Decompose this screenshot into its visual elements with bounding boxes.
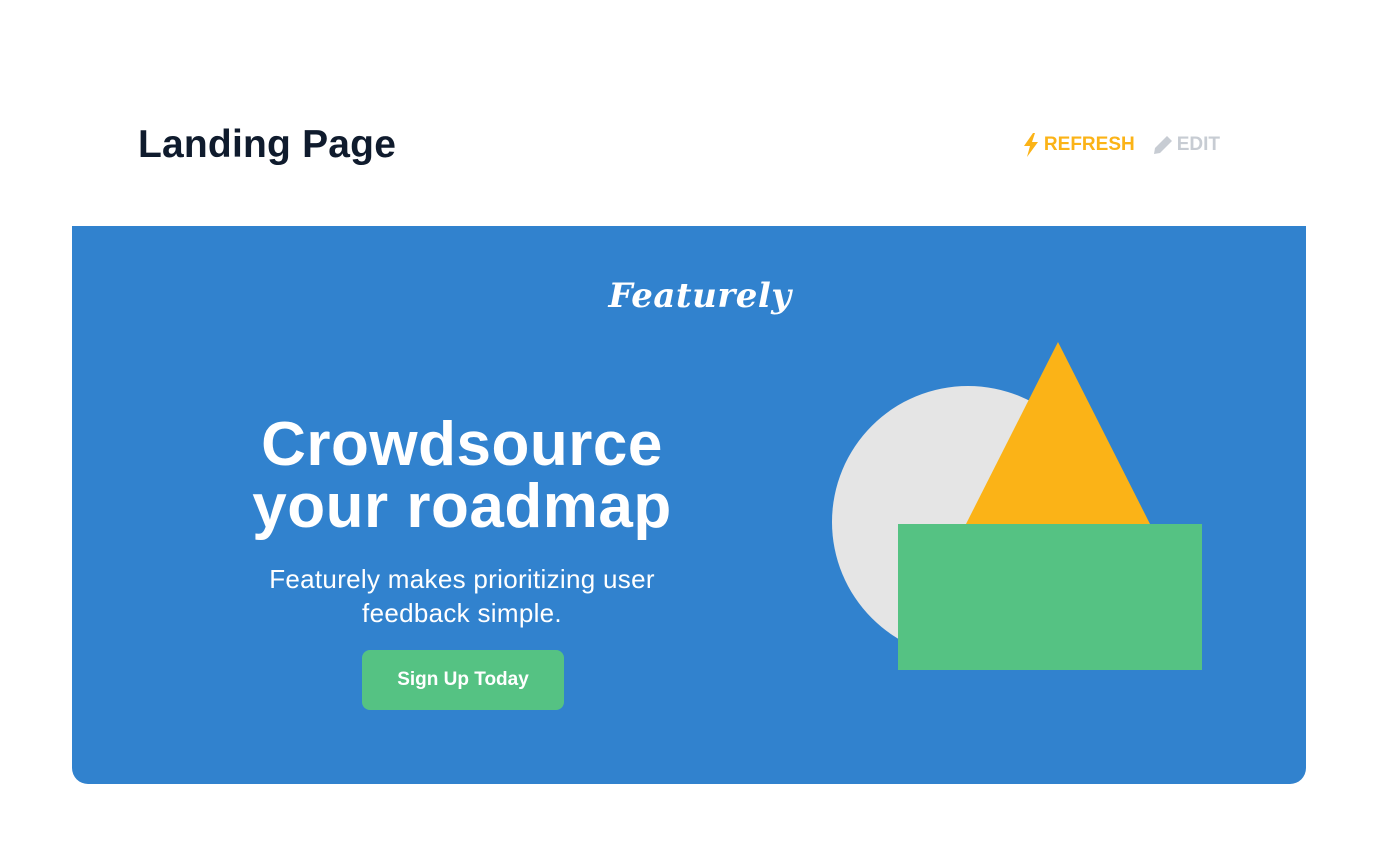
refresh-label: REFRESH — [1043, 134, 1135, 155]
shapes-illustration — [832, 342, 1202, 670]
edit-label: EDIT — [1176, 134, 1220, 155]
headline-line-2: your roadmap — [252, 472, 672, 541]
headline-line-1: Crowdsource — [261, 410, 663, 479]
page-title: Landing Page — [138, 123, 397, 166]
hero-copy: Crowdsource your roadmap Featurely makes… — [232, 414, 692, 630]
edit-button[interactable]: EDIT — [1153, 134, 1220, 156]
hero-headline: Crowdsource your roadmap — [232, 414, 692, 538]
illustration-rectangle — [898, 524, 1202, 670]
landing-page-editor: Landing Page REFRESH EDIT Featurely Crow… — [0, 0, 1400, 850]
hero-subhead: Featurely makes prioritizing user feedba… — [269, 564, 655, 628]
page-header: Landing Page REFRESH EDIT — [138, 120, 1220, 170]
pencil-icon — [1153, 135, 1173, 155]
lightning-bolt-icon — [1022, 133, 1040, 157]
refresh-button[interactable]: REFRESH — [1022, 133, 1135, 157]
brand-logo: Featurely — [608, 276, 792, 316]
header-actions: REFRESH EDIT — [1022, 133, 1220, 157]
sign-up-button[interactable]: Sign Up Today — [362, 650, 564, 710]
